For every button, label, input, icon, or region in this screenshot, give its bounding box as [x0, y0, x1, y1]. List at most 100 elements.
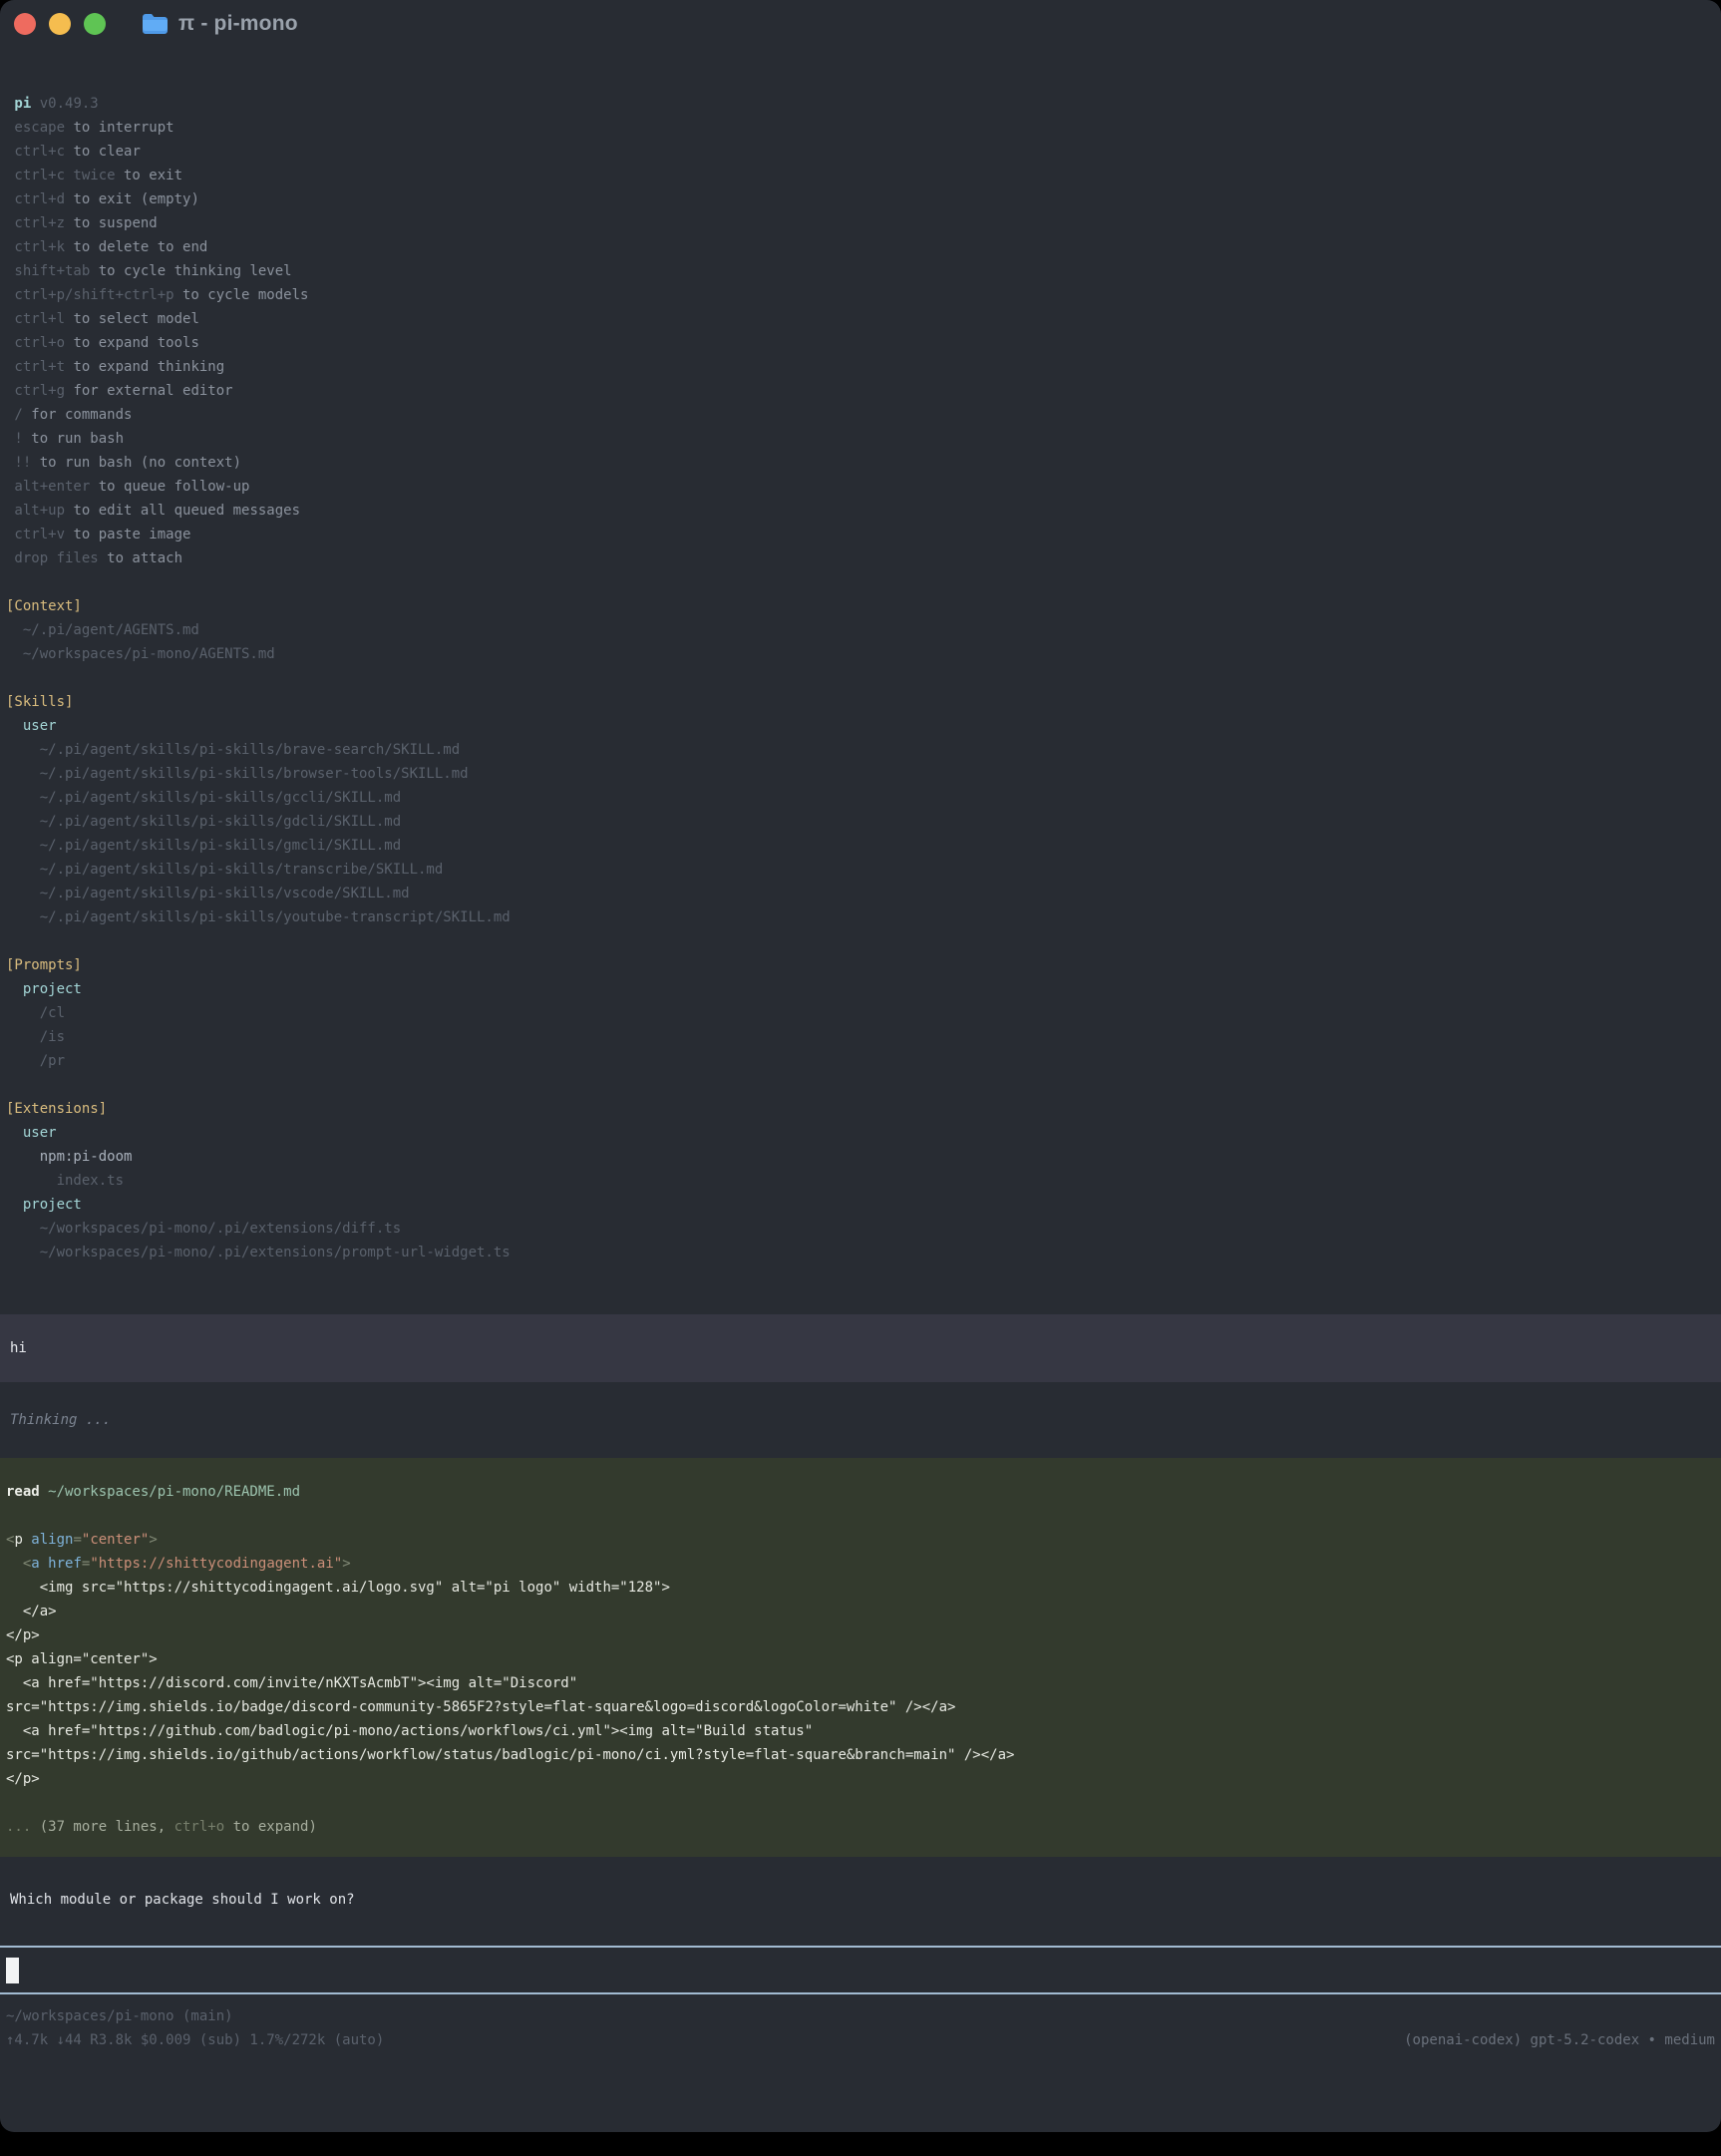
text-segment: to exit (empty) — [65, 191, 199, 207]
terminal-line: ~/workspaces/pi-mono/.pi/extensions/diff… — [6, 1217, 1715, 1241]
text-segment: ctrl+c — [6, 144, 65, 160]
text-segment: ctrl+v — [6, 527, 65, 542]
window-title: π - pi-mono — [178, 12, 298, 36]
text-segment: [Context] — [6, 598, 82, 614]
assistant-message: Which module or package should I work on… — [0, 1888, 1721, 1912]
terminal-line: ~/.pi/agent/skills/pi-skills/gccli/SKILL… — [6, 786, 1715, 810]
text-segment: "https://shittycodingagent.ai" — [90, 1556, 342, 1572]
terminal-line: ~/.pi/agent/skills/pi-skills/gdcli/SKILL… — [6, 810, 1715, 834]
terminal-line: ctrl+v to paste image — [6, 523, 1715, 546]
terminal-line: <a href="https://shittycodingagent.ai"> — [6, 1552, 1715, 1576]
text-segment: to expand thinking — [65, 359, 224, 375]
text-segment: shift+tab — [6, 263, 90, 279]
terminal-window: π - pi-mono pi v0.49.3 escape to interru… — [0, 0, 1721, 2132]
text-segment: project — [6, 1197, 82, 1213]
terminal-line: pi v0.49.3 — [6, 92, 1715, 116]
text-segment: ~/workspaces/pi-mono/README.md — [40, 1484, 300, 1500]
terminal-line: ~/.pi/agent/skills/pi-skills/transcribe/… — [6, 858, 1715, 882]
terminal-line: [Context] — [6, 594, 1715, 618]
text-segment: /cl — [6, 1005, 65, 1021]
terminal-line: project — [6, 977, 1715, 1001]
terminal-line: ~/workspaces/pi-mono/AGENTS.md — [6, 642, 1715, 666]
terminal-line: ~/workspaces/pi-mono/.pi/extensions/prom… — [6, 1241, 1715, 1264]
text-segment: to clear — [65, 144, 141, 160]
terminal-line: src="https://img.shields.io/github/actio… — [6, 1743, 1715, 1767]
terminal-line: npm:pi-doom — [6, 1145, 1715, 1169]
terminal-line: ~/.pi/agent/skills/pi-skills/youtube-tra… — [6, 905, 1715, 929]
text-segment: <a href="https://discord.com/invite/nKXT… — [6, 1675, 577, 1691]
text-cursor — [6, 1958, 19, 1983]
prompt-input-area[interactable] — [0, 1946, 1721, 1994]
text-segment: <a href="https://github.com/badlogic/pi-… — [6, 1723, 813, 1739]
title-group: π - pi-mono — [142, 12, 298, 36]
title-bar: π - pi-mono — [0, 0, 1721, 48]
terminal-line: read ~/workspaces/pi-mono/README.md — [6, 1480, 1715, 1504]
status-bar: ~/workspaces/pi-mono (main) ↑4.7k ↓44 R3… — [0, 2004, 1721, 2052]
zoom-button[interactable] — [84, 13, 106, 35]
terminal-line: <img src="https://shittycodingagent.ai/l… — [6, 1576, 1715, 1600]
text-segment: to edit all queued messages — [65, 503, 300, 519]
text-segment: ctrl+c twice — [6, 168, 116, 183]
text-segment: = — [73, 1532, 81, 1548]
text-segment: /is — [6, 1029, 65, 1045]
text-segment: </p> — [6, 1771, 40, 1787]
terminal-line: </a> — [6, 1600, 1715, 1623]
terminal-line: ctrl+l to select model — [6, 307, 1715, 331]
terminal-line: <p align="center"> — [6, 1647, 1715, 1671]
terminal-line — [6, 1073, 1715, 1097]
text-segment: [Skills] — [6, 694, 73, 710]
text-segment: > — [149, 1532, 157, 1548]
text-segment: escape — [6, 120, 65, 136]
text-segment: ... — [6, 1819, 40, 1835]
input-divider-bottom — [0, 1992, 1721, 1994]
terminal-line: ~/.pi/agent/skills/pi-skills/brave-searc… — [6, 738, 1715, 762]
text-segment: to interrupt — [65, 120, 174, 136]
minimize-button[interactable] — [49, 13, 71, 35]
terminal-line: alt+up to edit all queued messages — [6, 499, 1715, 523]
terminal-line: /cl — [6, 1001, 1715, 1025]
terminal-line: ~/.pi/agent/skills/pi-skills/vscode/SKIL… — [6, 882, 1715, 905]
terminal-line: <a href="https://github.com/badlogic/pi-… — [6, 1719, 1715, 1743]
terminal-line: escape to interrupt — [6, 116, 1715, 140]
text-segment: src="https://img.shields.io/github/actio… — [6, 1747, 1014, 1763]
terminal-line: ctrl+o to expand tools — [6, 331, 1715, 355]
terminal-line: alt+enter to queue follow-up — [6, 475, 1715, 499]
text-segment: (37 more lines, — [40, 1819, 174, 1835]
terminal-line — [6, 1504, 1715, 1528]
text-segment: < — [6, 1556, 31, 1572]
close-button[interactable] — [14, 13, 36, 35]
terminal-line: src="https://img.shields.io/badge/discor… — [6, 1695, 1715, 1719]
text-segment: ctrl+o — [174, 1819, 233, 1835]
text-segment: ctrl+o — [6, 335, 65, 351]
terminal-line — [6, 929, 1715, 953]
terminal-line: user — [6, 714, 1715, 738]
terminal-line: shift+tab to cycle thinking level — [6, 259, 1715, 283]
text-segment: to attach — [99, 550, 182, 566]
terminal-line: user — [6, 1121, 1715, 1145]
terminal-line: ctrl+z to suspend — [6, 211, 1715, 235]
text-segment: ctrl+t — [6, 359, 65, 375]
terminal-line: /pr — [6, 1049, 1715, 1073]
text-segment: to run bash — [23, 431, 124, 447]
text-segment: </a> — [6, 1604, 57, 1619]
terminal-line: ctrl+p/shift+ctrl+p to cycle models — [6, 283, 1715, 307]
text-segment: align — [31, 1532, 73, 1548]
terminal-line: </p> — [6, 1767, 1715, 1791]
text-segment: to run bash (no context) — [31, 455, 241, 471]
text-segment: ctrl+p/shift+ctrl+p — [6, 287, 174, 303]
terminal-line: [Prompts] — [6, 953, 1715, 977]
terminal-line: ~/.pi/agent/AGENTS.md — [6, 618, 1715, 642]
text-segment: [Extensions] — [6, 1101, 107, 1117]
text-segment: ~/.pi/agent/skills/pi-skills/gccli/SKILL… — [6, 790, 401, 806]
text-segment: for commands — [23, 407, 133, 423]
text-segment: ~/.pi/agent/skills/pi-skills/vscode/SKIL… — [6, 886, 410, 901]
text-segment: ~/.pi/agent/skills/pi-skills/youtube-tra… — [6, 909, 511, 925]
terminal-line: ~/.pi/agent/skills/pi-skills/gmcli/SKILL… — [6, 834, 1715, 858]
text-segment: src="https://img.shields.io/badge/discor… — [6, 1699, 955, 1715]
text-segment: ~/workspaces/pi-mono/AGENTS.md — [6, 646, 275, 662]
text-segment: to suspend — [65, 215, 158, 231]
prompt-input[interactable] — [0, 1948, 1721, 1992]
text-segment: to exit — [116, 168, 182, 183]
terminal-line — [6, 666, 1715, 690]
text-segment: to delete to end — [65, 239, 207, 255]
